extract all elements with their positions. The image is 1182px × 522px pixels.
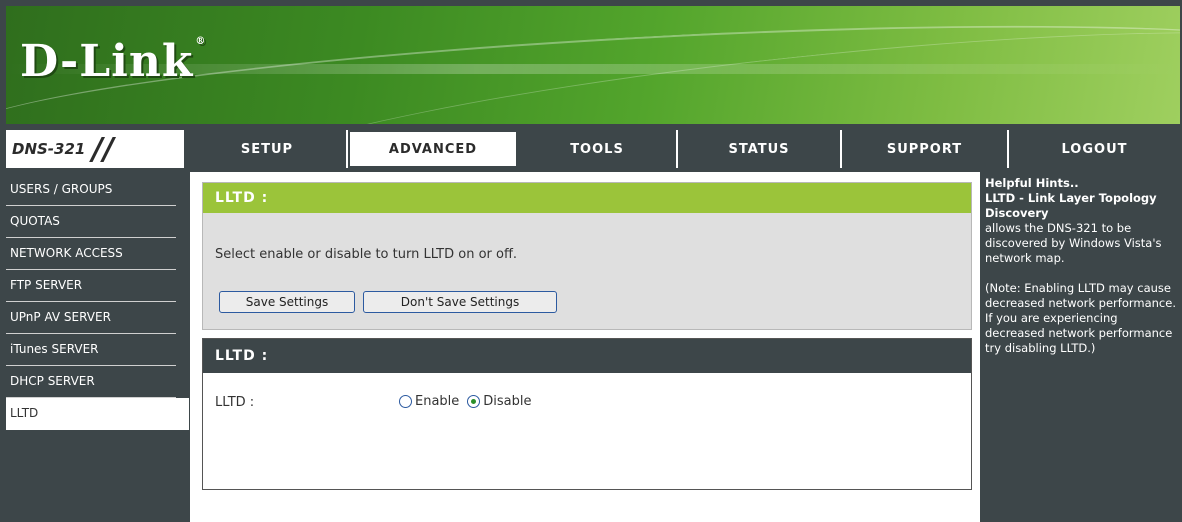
enable-radio-label[interactable]: Enable xyxy=(415,394,459,409)
sidebar-item-users-groups[interactable]: USERS / GROUPS xyxy=(6,174,176,206)
hints-body: allows the DNS-321 to be discovered by W… xyxy=(985,221,1162,265)
tab-support[interactable]: SUPPORT xyxy=(842,130,1009,168)
section-title: LLTD : xyxy=(203,183,971,213)
disable-radio-label[interactable]: Disable xyxy=(483,394,531,409)
hints-subheading: LLTD - Link Layer Topology Discovery xyxy=(985,191,1157,220)
hints-note: (Note: Enabling LLTD may cause decreased… xyxy=(985,281,1176,355)
sidebar-item-itunes-server[interactable]: iTunes SERVER xyxy=(6,334,176,366)
logo-text: D-Link xyxy=(20,36,194,87)
sidebar-item-dhcp-server[interactable]: DHCP SERVER xyxy=(6,366,176,398)
sidebar-item-lltd[interactable]: LLTD xyxy=(6,398,189,430)
lltd-settings-box: LLTD : Select enable or disable to turn … xyxy=(202,182,972,330)
lltd-config-box: LLTD : LLTD : Enable Disable xyxy=(202,338,972,490)
tab-setup[interactable]: SETUP xyxy=(188,130,348,168)
enable-radio[interactable] xyxy=(399,395,412,408)
save-settings-button[interactable]: Save Settings xyxy=(219,291,355,313)
dlink-logo: D-Link ® xyxy=(20,36,206,87)
model-slash-decoration: // xyxy=(92,132,114,167)
section-description: Select enable or disable to turn LLTD on… xyxy=(215,247,518,262)
lltd-radio-group: Enable Disable xyxy=(399,394,532,409)
model-badge: DNS-321 // xyxy=(6,130,188,168)
top-nav: DNS-321 // SETUP ADVANCED TOOLS STATUS S… xyxy=(6,130,1180,168)
main-content: LLTD : Select enable or disable to turn … xyxy=(190,172,980,522)
page-frame: D-Link ® DNS-321 // SETUP ADVANCED TOOLS … xyxy=(0,0,1182,522)
sidebar-item-network-access[interactable]: NETWORK ACCESS xyxy=(6,238,176,270)
helpful-hints-panel: Helpful Hints.. LLTD - Link Layer Topolo… xyxy=(981,174,1180,522)
tab-advanced[interactable]: ADVANCED xyxy=(348,130,518,168)
sidebar: USERS / GROUPS QUOTAS NETWORK ACCESS FTP… xyxy=(6,174,189,522)
tab-status[interactable]: STATUS xyxy=(678,130,842,168)
tab-logout[interactable]: LOGOUT xyxy=(1009,130,1180,168)
section-title: LLTD : xyxy=(203,339,971,373)
disable-radio[interactable] xyxy=(467,395,481,408)
sidebar-item-upnp-av-server[interactable]: UPnP AV SERVER xyxy=(6,302,176,334)
dont-save-settings-button[interactable]: Don't Save Settings xyxy=(363,291,557,313)
lltd-field-label: LLTD : xyxy=(215,395,255,410)
logo-registered-mark: ® xyxy=(195,36,207,47)
sidebar-item-quotas[interactable]: QUOTAS xyxy=(6,206,176,238)
model-name: DNS-321 xyxy=(12,140,86,158)
sidebar-item-ftp-server[interactable]: FTP SERVER xyxy=(6,270,176,302)
header-banner: D-Link ® xyxy=(6,6,1180,124)
tab-tools[interactable]: TOOLS xyxy=(518,130,678,168)
hints-heading: Helpful Hints.. xyxy=(985,176,1079,190)
